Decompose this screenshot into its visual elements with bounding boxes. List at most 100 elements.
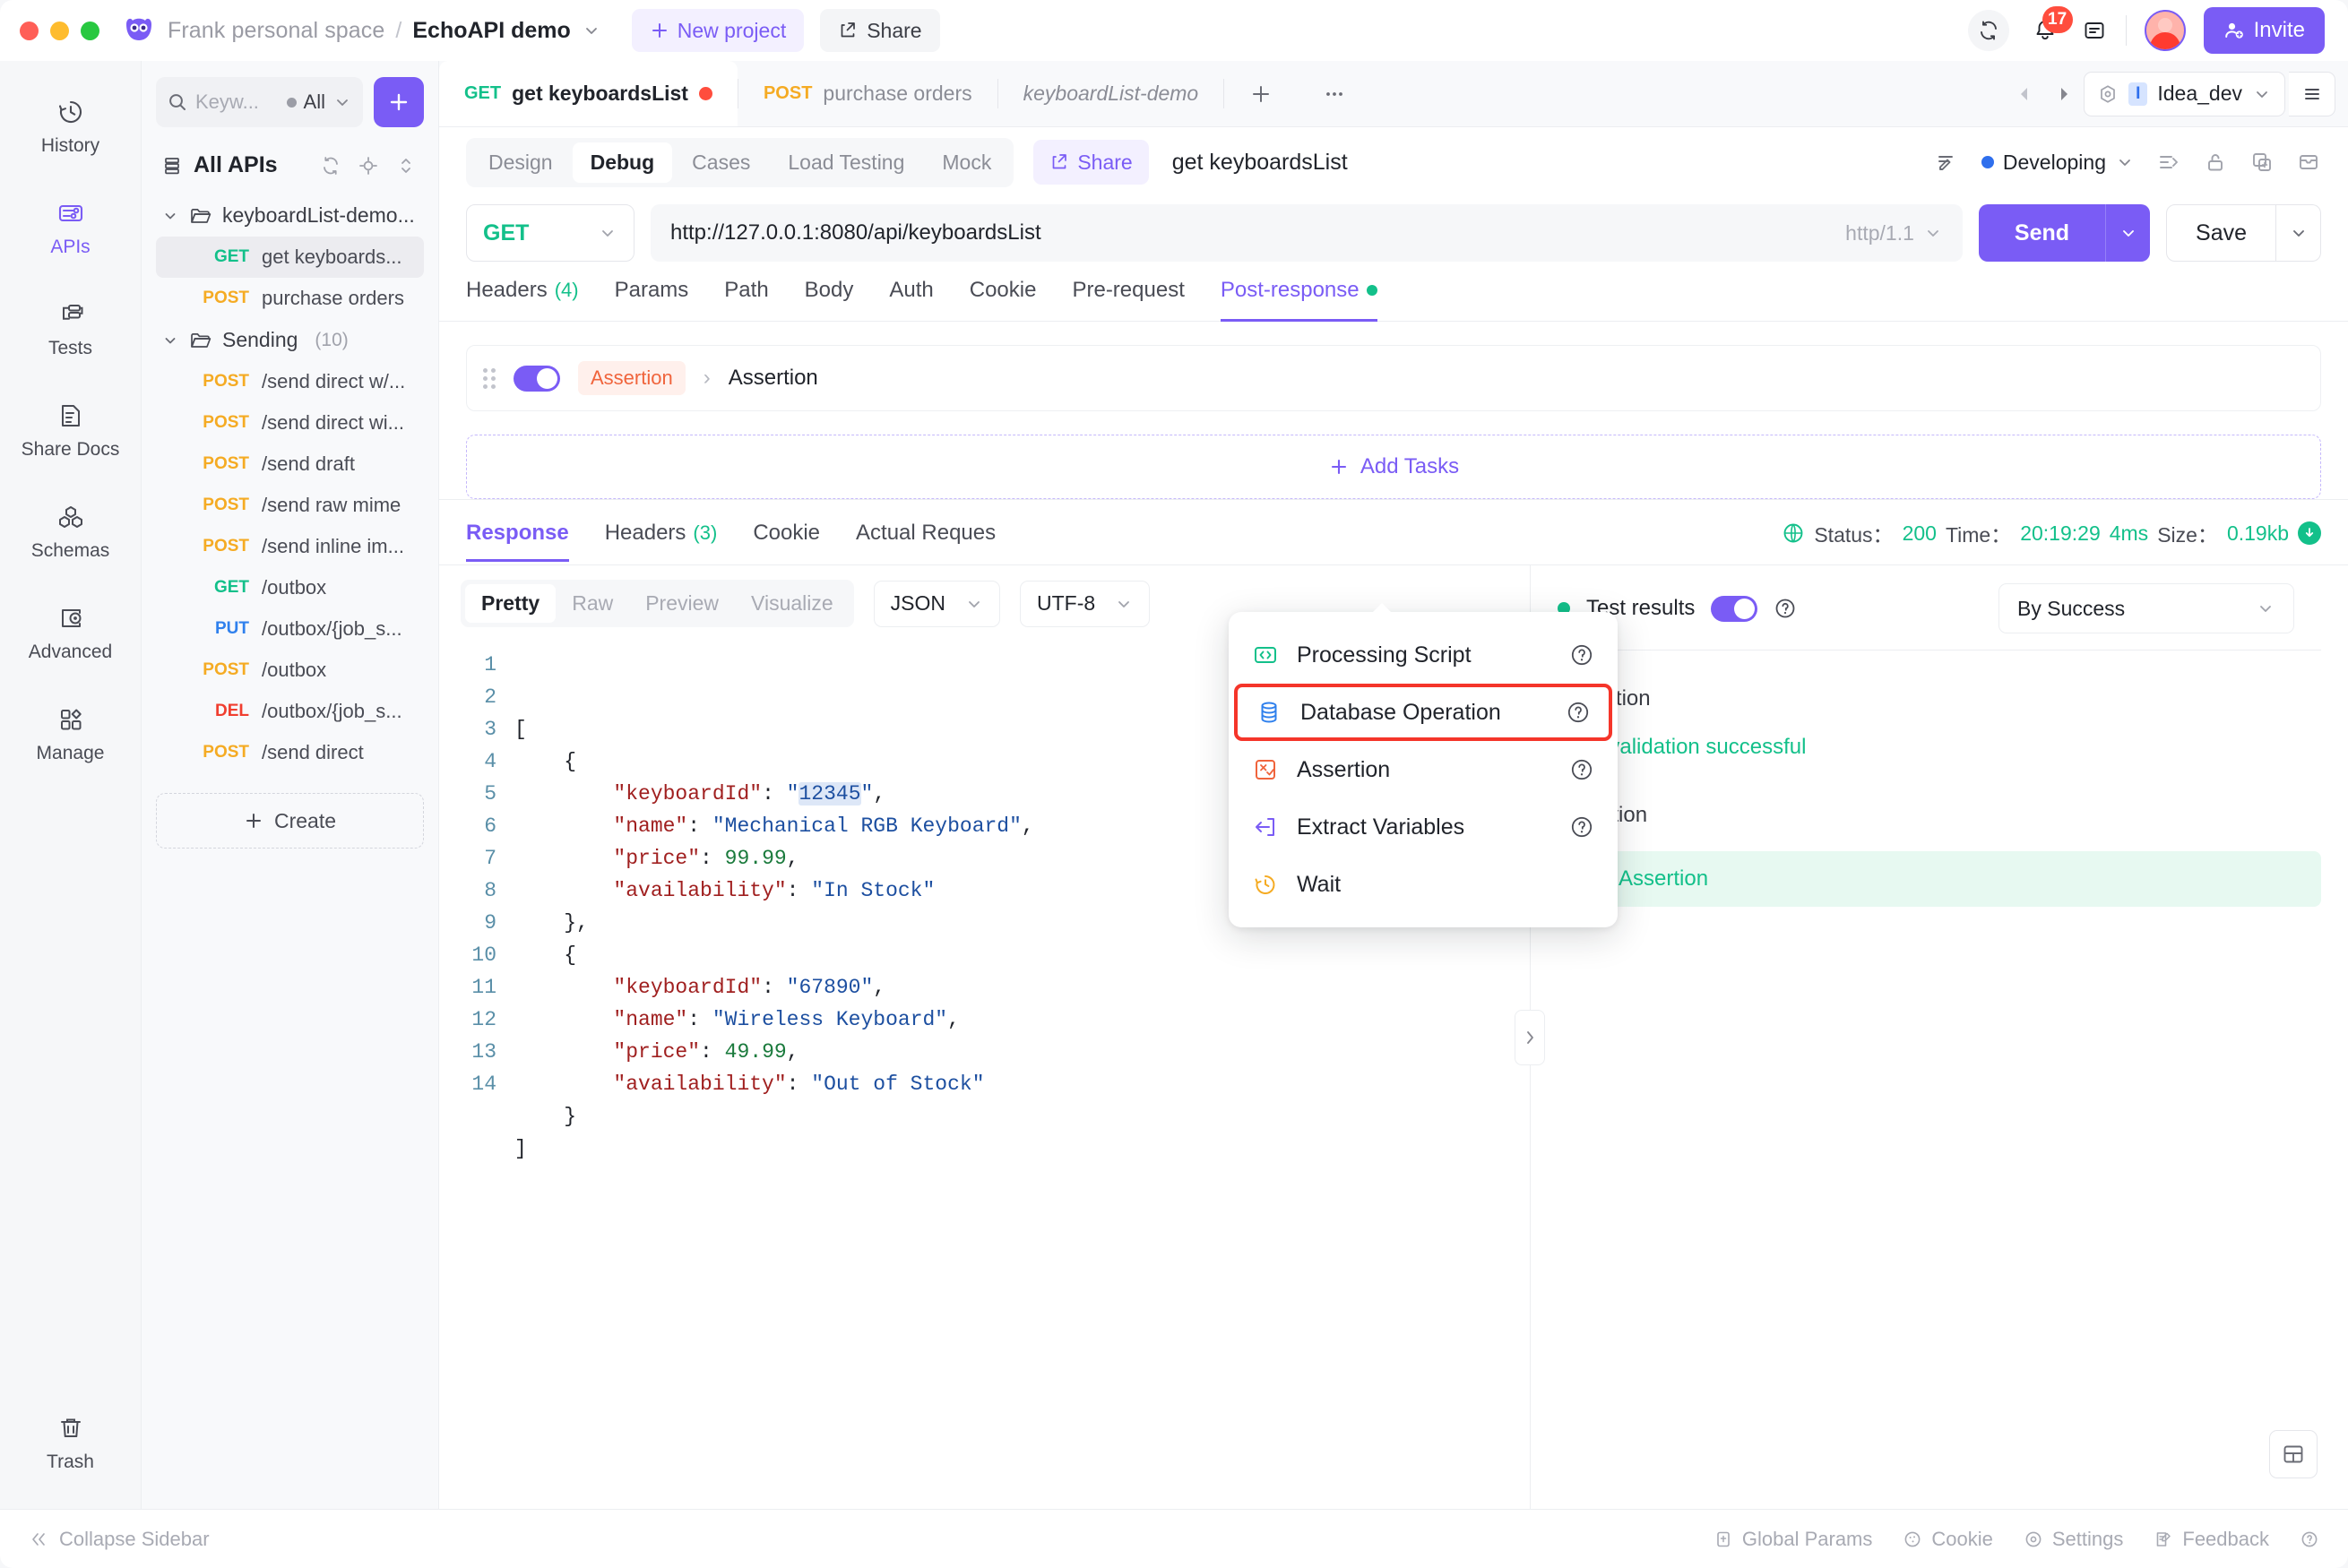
list-item[interactable]: POST/send inline im... [156,526,424,567]
save-button[interactable]: Save [2166,204,2276,262]
duplicate-icon[interactable] [2249,150,2275,175]
sidebar-item-trash[interactable]: Trash [21,1400,121,1484]
help-icon[interactable] [1569,642,1594,668]
share-button[interactable]: Share [820,9,940,52]
tab-response[interactable]: Response [466,521,569,562]
api-item-get-keyboards[interactable]: GET get keyboards... [156,237,424,278]
maximize-window-button[interactable] [81,21,99,40]
list-item[interactable]: POST/outbox [156,650,424,691]
search-input[interactable]: Keyw... All [156,77,363,127]
refresh-tree-icon[interactable] [320,155,341,177]
list-item[interactable]: POST/send raw mime [156,485,424,526]
project-chevron-down-icon[interactable] [582,21,601,40]
tab-response-cookie[interactable]: Cookie [753,521,820,562]
help-icon[interactable] [1569,814,1594,840]
help-icon[interactable] [1774,597,1797,620]
tab-headers[interactable]: Headers (4) [466,278,579,321]
format-preview[interactable]: Preview [629,584,735,623]
folder-keyboardlist-demo[interactable]: keyboardList-demo... [156,194,424,237]
add-api-button[interactable] [374,77,424,127]
chevron-right-icon[interactable]: › [704,366,711,391]
tab-debug[interactable]: Debug [572,142,673,183]
tab-actual-request[interactable]: Actual Reques [856,521,996,562]
assertion-enable-toggle[interactable] [514,365,560,392]
download-response-button[interactable] [2298,521,2321,545]
tab-cases[interactable]: Cases [674,142,768,183]
format-pretty[interactable]: Pretty [465,584,557,623]
sync-refresh-button[interactable] [1967,10,2009,51]
tab-purchase-orders[interactable]: POST purchase orders [738,61,997,126]
tab-response-headers[interactable]: Headers (3) [605,521,718,562]
drag-handle-icon[interactable] [483,367,496,389]
tab-post-response[interactable]: Post-response [1220,278,1377,322]
tab-get-keyboardslist[interactable]: GET get keyboardsList [439,61,738,126]
url-input[interactable]: http://127.0.0.1:8080/api/keyboardsList … [651,204,1963,262]
tab-mock[interactable]: Mock [924,142,1009,183]
expand-response-panel-button[interactable] [1515,1009,1545,1065]
cookie-button[interactable]: Cookie [1903,1528,1993,1551]
new-project-button[interactable]: New project [631,9,805,52]
menu-item-extract-variables[interactable]: Extract Variables [1229,798,1618,856]
notes-panel-button[interactable] [2081,17,2108,44]
close-window-button[interactable] [20,21,39,40]
sidebar-item-schemas[interactable]: Schemas [21,489,121,573]
feedback-button[interactable]: Feedback [2154,1528,2269,1551]
sort-icon[interactable] [395,155,417,177]
save-options-button[interactable] [2276,204,2321,262]
folder-sending[interactable]: Sending (10) [156,319,424,361]
help-button[interactable] [2300,1529,2319,1549]
list-item[interactable]: POST/send direct wi... [156,402,424,444]
lock-icon[interactable] [2203,150,2228,175]
request-title[interactable]: get keyboardsList [1172,150,1348,176]
move-request-icon[interactable] [2156,150,2181,175]
environment-menu-button[interactable] [2289,71,2335,116]
archive-icon[interactable] [2296,150,2321,175]
sidebar-item-tests[interactable]: Tests [21,287,121,370]
list-item[interactable]: PUT/outbox/{job_s... [156,608,424,650]
tab-body[interactable]: Body [805,278,854,321]
user-avatar[interactable] [2144,10,2186,51]
tab-load-testing[interactable]: Load Testing [770,142,922,183]
breadcrumb-workspace[interactable]: Frank personal space [168,18,384,44]
tab-scroll-right-button[interactable] [2046,72,2080,116]
notifications-button[interactable]: 17 [2027,6,2073,51]
list-item[interactable]: GET/outbox [156,567,424,608]
collapse-sidebar-button[interactable]: Collapse Sidebar [29,1528,210,1551]
test-results-toggle[interactable] [1711,595,1758,622]
send-button[interactable]: Send [1978,204,2106,262]
protocol-selector[interactable]: http/1.1 [1845,221,1943,246]
api-item-purchase-orders[interactable]: POST purchase orders [156,278,424,319]
filter-chevron-down-icon[interactable] [332,92,352,112]
menu-item-database-operation[interactable]: Database Operation [1234,684,1612,741]
tab-params[interactable]: Params [615,278,689,321]
tab-scroll-left-button[interactable] [2008,72,2042,116]
tab-cookie[interactable]: Cookie [970,278,1037,321]
http-method-selector[interactable]: GET [466,204,634,262]
tab-keyboardlist-demo[interactable]: keyboardList-demo [998,61,1224,126]
menu-item-processing-script[interactable]: Processing Script [1229,626,1618,684]
menu-item-wait[interactable]: Wait [1229,856,1618,913]
sidebar-item-share-docs[interactable]: Share Docs [21,388,121,471]
format-visualize[interactable]: Visualize [735,584,850,623]
encoding-selector[interactable]: UTF-8 [1020,580,1151,627]
toggle-layout-button[interactable] [2269,1430,2318,1478]
format-raw[interactable]: Raw [556,584,629,623]
menu-item-assertion[interactable]: Assertion [1229,741,1618,798]
add-tasks-button[interactable]: Add Tasks [466,435,2321,499]
settings-button[interactable]: Settings [2024,1528,2123,1551]
locate-target-icon[interactable] [358,155,379,177]
list-item[interactable]: POST/send direct [156,732,424,773]
invite-button[interactable]: Invite [2203,7,2325,54]
list-item[interactable]: POST/send draft [156,444,424,485]
assertion-task-row[interactable]: Assertion › Assertion [466,345,2321,411]
add-tasks-dropdown-menu[interactable]: Processing Script Database Operation Ass… [1229,603,1618,927]
tab-path[interactable]: Path [724,278,768,321]
all-apis-row[interactable]: All APIs [156,147,424,194]
global-params-button[interactable]: Global Params [1714,1528,1872,1551]
list-item[interactable]: POST/send direct w/... [156,361,424,402]
sidebar-item-apis[interactable]: APIs [21,185,121,269]
breadcrumb-project[interactable]: EchoAPI demo [412,18,570,44]
test-results-filter-select[interactable]: By Success [1998,583,2294,633]
create-button[interactable]: Create [156,793,424,849]
sidebar-item-history[interactable]: History [21,84,121,168]
